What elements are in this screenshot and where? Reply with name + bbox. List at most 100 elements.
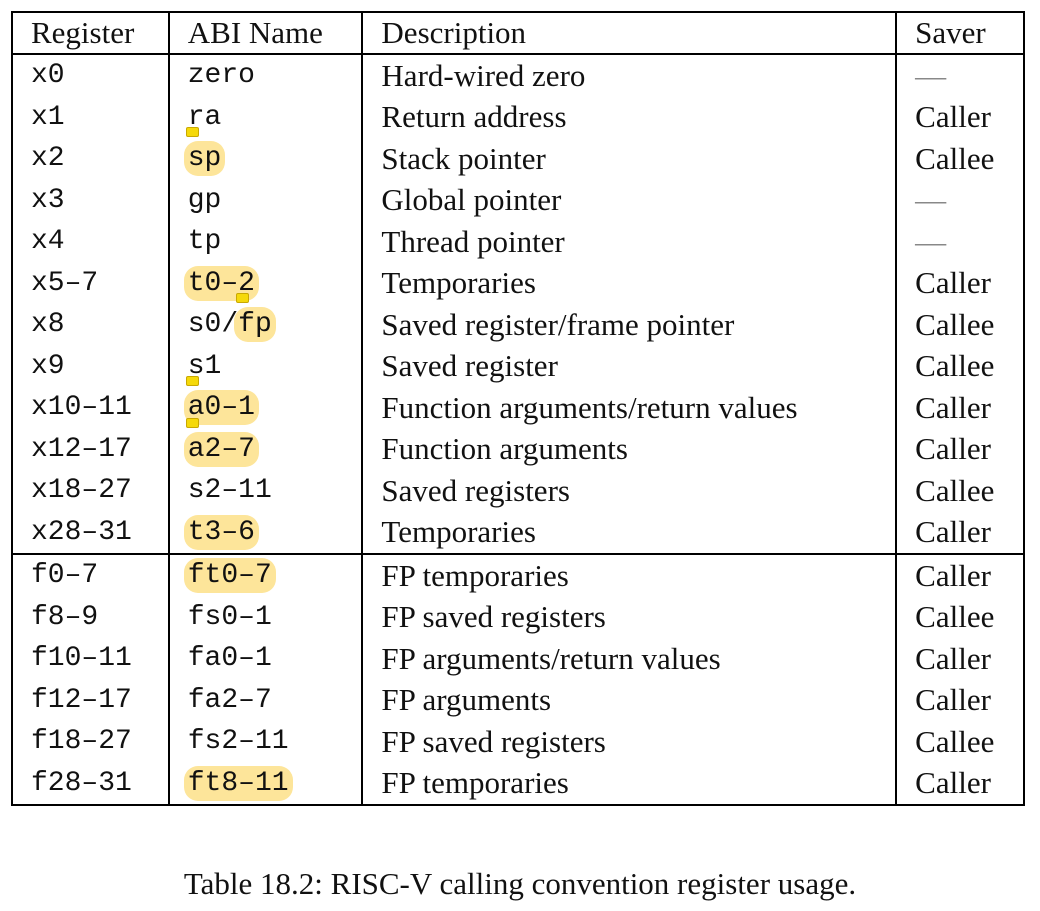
abi-name-text: ft0–7 — [187, 560, 272, 592]
abi-name-cell: fa0–1 — [167, 638, 364, 680]
abi-name-text: ft8–11 — [187, 767, 289, 799]
table-row: x2 sp Stack pointer Callee — [11, 127, 1025, 180]
abi-name-cell: ft8–11 — [167, 762, 364, 805]
description-cell: FP arguments/return values — [361, 638, 898, 680]
description-cell: Return address — [361, 96, 898, 138]
abi-name-text: s0/ — [187, 309, 239, 341]
table-row: x12–17 a2–7 Function arguments Caller — [11, 417, 1025, 470]
register-cell: x1 — [11, 96, 170, 138]
register-cell: x8 — [11, 304, 170, 346]
abi-name-cell: fs2–11 — [167, 721, 364, 763]
register-cell: x28–31 — [11, 511, 170, 554]
table-row: f8–9 fs0–1 FP saved registers Callee — [11, 596, 1025, 638]
saver-cell: Caller — [895, 638, 1025, 680]
saver-cell: Caller — [895, 387, 1025, 429]
description-cell: Saved register — [361, 345, 898, 387]
table-row: x4 tp Thread pointer — — [11, 221, 1025, 263]
register-cell: x18–27 — [11, 470, 170, 512]
abi-name-cell: tp — [167, 221, 364, 263]
description-cell: Temporaries — [361, 262, 898, 304]
abi-name-cell: t0–2 — [167, 262, 364, 304]
table-row: x9 s1 Saved register Callee — [11, 345, 1025, 387]
register-cell: x4 — [11, 221, 170, 263]
saver-cell: Caller — [895, 511, 1025, 554]
abi-name-cell: gp — [167, 179, 364, 221]
register-cell: f12–17 — [11, 679, 170, 721]
saver-cell: — — [895, 179, 1025, 221]
description-cell: FP temporaries — [361, 553, 898, 597]
description-cell: Saved register/frame pointer — [361, 304, 898, 346]
header-row: Register ABI Name Description Saver — [11, 12, 1025, 55]
highlighted-abi-name[interactable]: ft0–7 — [183, 558, 276, 594]
description-cell: FP arguments — [361, 679, 898, 721]
description-cell: Temporaries — [361, 511, 898, 554]
header-abi-name: ABI Name — [167, 12, 364, 55]
header-description: Description — [361, 12, 898, 55]
table-row: f10–11 fa0–1 FP arguments/return values Cal… — [11, 638, 1025, 680]
saver-cell: Caller — [895, 428, 1025, 470]
table-row: x1 ra Return address Caller — [11, 96, 1025, 138]
register-cell: f18–27 — [11, 721, 170, 763]
saver-cell: Caller — [895, 679, 1025, 721]
register-cell: x9 — [11, 345, 170, 387]
abi-name-text: sp — [187, 143, 222, 175]
comment-note-icon[interactable] — [185, 127, 199, 138]
table-row: x8 s0/fp Saved register/frame pointer Calle… — [11, 293, 1025, 346]
abi-name-cell: zero — [167, 54, 364, 97]
saver-cell: Caller — [895, 262, 1025, 304]
table-row: x5–7 t0–2 Temporaries Caller — [11, 262, 1025, 304]
register-cell: f8–9 — [11, 596, 170, 638]
table-row: x28–31 t3–6 Temporaries Caller — [11, 511, 1025, 554]
register-cell: x10–11 — [11, 387, 170, 429]
header-saver: Saver — [895, 12, 1025, 55]
table-row: f12–17 fa2–7 FP arguments Caller — [11, 679, 1025, 721]
highlighted-abi-name[interactable]: ft8–11 — [183, 765, 293, 801]
saver-cell: Caller — [895, 96, 1025, 138]
table-row: x0 zero Hard-wired zero — — [11, 54, 1025, 97]
saver-cell: Callee — [895, 596, 1025, 638]
comment-note-icon[interactable] — [185, 417, 199, 428]
highlighted-abi-name[interactable]: a2–7 — [183, 417, 259, 467]
register-table: Register ABI Name Description Saver x0 ze… — [11, 11, 1025, 806]
table-row: x18–27 s2–11 Saved registers Callee — [11, 470, 1025, 512]
register-cell: x0 — [11, 54, 170, 97]
table-body: x0 zero Hard-wired zero — x1 ra Return address… — [11, 54, 1025, 805]
saver-cell: — — [895, 221, 1025, 263]
abi-name-text: t3–6 — [187, 516, 255, 548]
header-register: Register — [11, 12, 170, 55]
register-cell: x2 — [11, 138, 170, 180]
highlighted-abi-name[interactable]: t3–6 — [183, 514, 259, 550]
saver-cell: Callee — [895, 470, 1025, 512]
comment-note-icon[interactable] — [185, 376, 199, 387]
abi-name-cell: s2–11 — [167, 470, 364, 512]
register-cell: x12–17 — [11, 428, 170, 470]
highlighted-abi-name[interactable]: fp — [234, 293, 276, 343]
saver-cell: Caller — [895, 553, 1025, 597]
abi-name-cell: fa2–7 — [167, 679, 364, 721]
abi-name-cell: fs0–1 — [167, 596, 364, 638]
comment-note-icon[interactable] — [236, 293, 250, 304]
highlighted-abi-name[interactable]: sp — [183, 127, 226, 177]
description-cell: Function arguments/return values — [361, 387, 898, 429]
table-row: x10–11 a0–1 Function arguments/return valu… — [11, 376, 1025, 429]
table-row: f18–27 fs2–11 FP saved registers Callee — [11, 721, 1025, 763]
saver-cell: Caller — [895, 762, 1025, 805]
description-cell: Saved registers — [361, 470, 898, 512]
description-cell: Stack pointer — [361, 138, 898, 180]
register-cell: f28–31 — [11, 762, 170, 805]
saver-cell: Callee — [895, 304, 1025, 346]
description-cell: FP saved registers — [361, 721, 898, 763]
table-caption: Table 18.2: RISC-V calling convention re… — [183, 866, 857, 901]
abi-name-text: fp — [238, 309, 272, 341]
register-cell: x5–7 — [11, 262, 170, 304]
abi-name-cell: ft0–7 — [167, 553, 364, 597]
saver-cell: — — [895, 54, 1025, 97]
table-row: f28–31 ft8–11 FP temporaries Caller — [11, 762, 1025, 805]
abi-name-cell: sp — [167, 127, 364, 180]
saver-cell: Callee — [895, 721, 1025, 763]
description-cell: FP saved registers — [361, 596, 898, 638]
abi-name-text: a2–7 — [187, 433, 255, 465]
abi-name-cell: a2–7 — [167, 417, 364, 470]
abi-name-cell: t3–6 — [167, 511, 364, 554]
table-row: f0–7 ft0–7 FP temporaries Caller — [11, 553, 1025, 597]
